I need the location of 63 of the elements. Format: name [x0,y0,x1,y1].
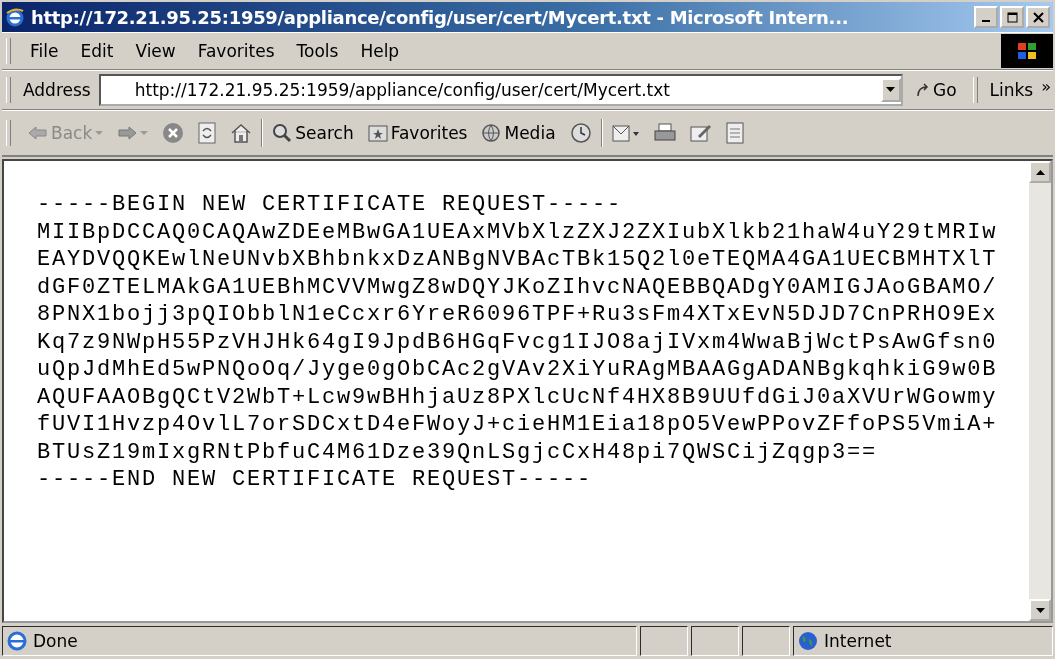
stop-icon [162,122,185,144]
right-arrow-icon [117,125,138,141]
text-line: Kq7z9NWpH55PzVHJHk64gI9JpdB6HGqFvcg1IJO8ajIVxm4WwaBjWctPsAwGfsn0 [37,328,999,356]
window-title: http://172.21.95.25:1959/appliance/config/user/cert/Mycert.txt - Microsoft Intern... [31,6,850,28]
menu-item[interactable]: Help [349,37,411,65]
caret-icon [95,130,104,136]
page-icon [7,631,27,651]
edit-icon [689,123,712,143]
text-line: AQUFAAOBgQCtV2WbT+Lcw9wBHhjaUz8PXlcUcNf4HX8B9UUfdGiJ0aXVUrWGowmy [37,383,999,411]
scroll-up-button[interactable] [1029,161,1051,183]
go-button[interactable]: Go [906,80,965,100]
chevron[interactable]: » [1041,76,1051,96]
text-line: MIIBpDCCAQ0CAQAwZDEeMBwGA1UEAxMVbXlzZXJ2ZXIubXlkb21haW4uY29tMRIw [37,218,999,246]
text-line: BTUsZ19mIxgRNtPbfuC4M61Dze39QnLSgjcCxH48pi7QWSCijZqgp3== [37,438,879,466]
text-line: fUVI1Hvzp4OvlL7orSDCxtD4eFWoyJ+cieHM1Eia18pO5VewPPovZFfoPS5VmiA+ [37,411,999,439]
text-line: -----BEGIN NEW CERTIFICATE REQUEST----- [37,191,624,219]
caret-icon [140,130,149,136]
media-button[interactable]: Media [476,120,561,146]
text-line: -----END NEW CERTIFICATE REQUEST----- [37,466,594,494]
globe-icon [798,631,818,651]
printer-icon [653,123,676,143]
text-line: 8PNX1bojj3pQIObblN1eCcxr6YreR6096TPF+Ru3sFm4XTxEvN5DJD7CnPRHO9Ex [37,301,999,329]
links-button[interactable]: Links [989,80,1038,100]
refresh-icon [198,122,217,144]
favorites-button[interactable]: Favorites [362,120,473,146]
close-button[interactable] [1026,6,1050,28]
up-arrow-icon [1035,169,1045,175]
address-label: Address [23,80,91,100]
maximize-button[interactable] [1000,6,1024,28]
vertical-scrollbar[interactable] [1029,161,1051,621]
menu-item[interactable]: Tools [285,37,350,65]
mail-icon [611,123,640,143]
menu-item[interactable]: Favorites [186,37,286,65]
address-field[interactable]: http://172.21.95.25:1959/appliance/config/user/cert/Mycert.txt [98,74,903,106]
status-panel [742,626,790,656]
left-arrow-icon [28,125,48,141]
text-line: EAYDVQQKEwlNeUNvbXBhbnkxDzANBgNVBAcTBk15Q2l0eTEQMA4GA1UECBMHTXlT [37,246,999,274]
menu-item[interactable]: Edit [69,37,125,65]
globe-icon [481,123,502,143]
arrow-icon [914,82,931,98]
home-icon [230,123,253,143]
close-icon [1032,11,1044,23]
maximize-icon [1006,11,1018,23]
dropdown-button[interactable] [880,78,901,102]
menu-item[interactable]: View [124,37,187,65]
search-button[interactable]: Search [267,120,359,146]
menu-item[interactable]: File [19,37,70,65]
zone-text: Internet [824,631,892,651]
text-line: uQpJdMhEd5wPNQoOq/Jyge0gObCAc2gVAv2XiYuRAgMBAAGgADANBgkqhkiG9w0B [37,356,999,384]
status-panel [691,626,739,656]
minimize-icon [982,20,990,22]
down-arrow-icon [1035,607,1045,613]
clock-icon [569,122,592,144]
search-icon [272,123,293,143]
status-text: Done [33,631,78,651]
scroll-down-button[interactable] [1029,599,1051,621]
caret-icon [886,87,896,93]
document-icon [725,122,744,144]
star-folder-icon [367,124,388,142]
text-line: dGF0ZTELMAkGA1UEBhMCVVMwgZ8wDQYJKoZIhvcNAQEBBQADgY0AMIGJAoGBAMO/ [37,273,999,301]
browser-logo-icon [5,7,25,27]
status-panel [640,626,688,656]
minimize-button[interactable] [974,6,998,28]
